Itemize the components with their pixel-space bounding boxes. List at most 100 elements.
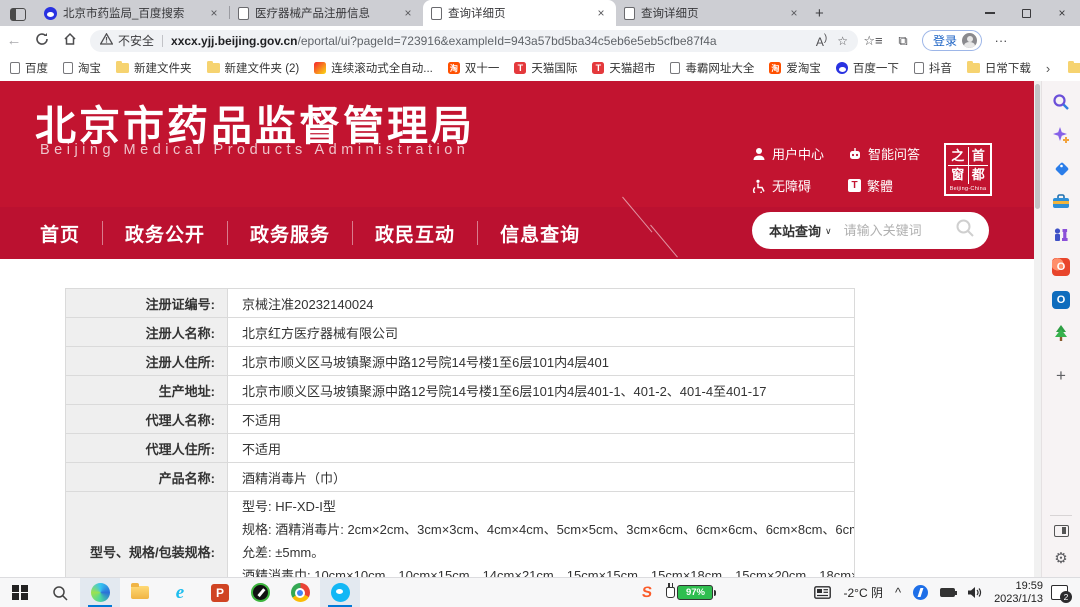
- sidebar-office-icon[interactable]: O: [1048, 254, 1074, 280]
- site-subtitle: Beijing Medical Products Administration: [40, 142, 469, 158]
- site-search: 本站查询 ∨: [752, 212, 989, 249]
- weather-status[interactable]: -2°C 阴: [843, 584, 882, 601]
- close-button[interactable]: ×: [1044, 0, 1080, 26]
- bookmark-item[interactable]: 淘宝: [63, 60, 101, 76]
- sidebar-tools-icon[interactable]: [1048, 188, 1074, 214]
- site-header: 北京市药品监督管理局 Beijing Medical Products Admi…: [0, 81, 1040, 207]
- time: 19:59: [994, 580, 1043, 593]
- file-explorer-icon: [131, 586, 149, 599]
- notification-icon[interactable]: 2: [1051, 585, 1068, 600]
- capital-window-logo: 之首 窗都 Beijing-China: [944, 143, 992, 196]
- bookmark-item[interactable]: 百度一下: [836, 60, 899, 76]
- browser-tab-2[interactable]: 医疗器械产品注册信息 ×: [230, 0, 423, 26]
- vertical-scrollbar[interactable]: [1034, 81, 1041, 577]
- sidebar-games-icon[interactable]: [1048, 221, 1074, 247]
- powerpoint-icon: P: [211, 584, 229, 602]
- browser-tab-1[interactable]: 北京市药监局_百度搜索 ×: [36, 0, 229, 26]
- taskbar-editor-button[interactable]: [240, 578, 280, 607]
- bookmark-item[interactable]: 淘双十一: [448, 60, 500, 76]
- tray-battery-icon[interactable]: [940, 588, 955, 597]
- baidu-icon: [44, 7, 57, 20]
- login-button[interactable]: 登录: [922, 30, 982, 51]
- address-bar[interactable]: 不安全 xxcx.yjj.beijing.gov.cn /eportal/ui?…: [90, 30, 858, 52]
- taskbar-ie-button[interactable]: e: [160, 578, 200, 607]
- sidebar-shopping-icon[interactable]: [1048, 155, 1074, 181]
- tab-close-icon[interactable]: ×: [207, 6, 221, 20]
- nav-gov-services[interactable]: 政务服务: [228, 220, 352, 247]
- tab-title: 查询详细页: [448, 5, 588, 21]
- news-feed-icon[interactable]: [814, 586, 831, 599]
- home-icon[interactable]: [56, 32, 84, 50]
- restore-button[interactable]: [1008, 0, 1044, 26]
- search-input[interactable]: [844, 223, 955, 238]
- nav-home[interactable]: 首页: [28, 220, 102, 247]
- bookmark-item[interactable]: 百度: [10, 60, 48, 76]
- tab-workspaces-icon[interactable]: [10, 8, 26, 21]
- favorite-star-icon[interactable]: ☆: [837, 34, 848, 48]
- nav-public-interaction[interactable]: 政民互动: [353, 220, 477, 247]
- battery-indicator[interactable]: 97%: [666, 585, 713, 600]
- tab-close-icon[interactable]: ×: [594, 6, 608, 20]
- edge-icon: [91, 583, 110, 602]
- sogou-icon[interactable]: S: [642, 584, 654, 601]
- taskbar-edge-button[interactable]: [80, 578, 120, 607]
- more-menu-icon[interactable]: ···: [986, 33, 1016, 48]
- tab-close-icon[interactable]: ×: [787, 6, 801, 20]
- refresh-icon[interactable]: [28, 32, 56, 50]
- sidebar-discover-icon[interactable]: [1048, 122, 1074, 148]
- user-center-link[interactable]: 用户中心: [752, 144, 848, 163]
- sidebar-search-icon[interactable]: [1048, 89, 1074, 115]
- smart-qa-link[interactable]: 智能问答: [848, 144, 944, 163]
- new-tab-button[interactable]: +: [815, 5, 824, 22]
- taskbar-search-button[interactable]: [40, 578, 80, 607]
- site-navbar: 首页 政务公开 政务服务 政民互动 信息查询 本站查询 ∨: [0, 207, 1040, 259]
- bookmark-item[interactable]: 新建文件夹: [116, 60, 192, 76]
- sidebar-tree-icon[interactable]: [1048, 320, 1074, 346]
- favorites-hub-icon[interactable]: ☆≡: [858, 33, 888, 49]
- tray-expand-icon[interactable]: ^: [895, 585, 901, 600]
- tray-blue-app-icon[interactable]: [913, 585, 928, 600]
- bookmark-item[interactable]: 连续滚动式全自动...: [314, 60, 433, 76]
- scrollbar-thumb[interactable]: [1035, 84, 1040, 209]
- bookmark-item[interactable]: 抖音: [914, 60, 952, 76]
- taskbar-explorer-button[interactable]: [120, 578, 160, 607]
- collections-icon[interactable]: ⧉: [888, 33, 918, 49]
- bookmark-item[interactable]: 新建文件夹 (2): [207, 60, 300, 76]
- sidebar-collapse-icon[interactable]: [1054, 525, 1069, 537]
- sidebar-add-icon[interactable]: +: [1048, 363, 1074, 389]
- read-aloud-icon[interactable]: A): [816, 33, 827, 49]
- search-scope-dropdown[interactable]: 本站查询: [769, 221, 821, 240]
- bookmarks-overflow-icon[interactable]: ›: [1046, 61, 1050, 76]
- bookmark-item[interactable]: 日常下载: [967, 60, 1031, 76]
- chevron-down-icon[interactable]: ∨: [825, 226, 832, 237]
- bookmark-item[interactable]: T天猫超市: [592, 60, 655, 76]
- minimize-button[interactable]: [972, 0, 1008, 26]
- start-button[interactable]: [0, 578, 40, 607]
- taskbar-powerpoint-button[interactable]: P: [200, 578, 240, 607]
- sidebar-outlook-icon[interactable]: O: [1048, 287, 1074, 313]
- folder-icon: [116, 63, 129, 73]
- tab-close-icon[interactable]: ×: [401, 6, 415, 20]
- volume-icon[interactable]: [967, 586, 982, 599]
- other-favorites[interactable]: 其他收藏夹: [1068, 60, 1080, 76]
- browser-tab-4[interactable]: 查询详细页 ×: [616, 0, 809, 26]
- taskbar-clock[interactable]: 19:59 2023/1/13: [994, 580, 1043, 606]
- search-icon[interactable]: [955, 218, 975, 243]
- tab-title: 查询详细页: [641, 5, 781, 21]
- back-icon[interactable]: ←: [0, 32, 28, 49]
- taskbar-chrome-button[interactable]: [280, 578, 320, 607]
- browser-tab-3-active[interactable]: 查询详细页 ×: [423, 0, 616, 26]
- accessibility-link[interactable]: 无障碍: [752, 176, 848, 195]
- internet-explorer-icon: e: [176, 582, 184, 604]
- page-icon: [10, 62, 20, 74]
- tab-title: 医疗器械产品注册信息: [255, 5, 395, 21]
- bookmark-item[interactable]: T天猫国际: [514, 60, 577, 76]
- bookmark-item[interactable]: 毒霸网址大全: [670, 60, 754, 76]
- nav-info-query[interactable]: 信息查询: [478, 220, 602, 247]
- bookmark-item[interactable]: 淘爱淘宝: [769, 60, 821, 76]
- taskbar-chat-button[interactable]: [320, 578, 360, 607]
- sidebar-settings-icon[interactable]: ⚙: [1054, 549, 1067, 567]
- nav-gov-disclosure[interactable]: 政务公开: [103, 220, 227, 247]
- window-controls: ×: [972, 0, 1080, 26]
- traditional-chinese-link[interactable]: T 繁體: [848, 176, 944, 195]
